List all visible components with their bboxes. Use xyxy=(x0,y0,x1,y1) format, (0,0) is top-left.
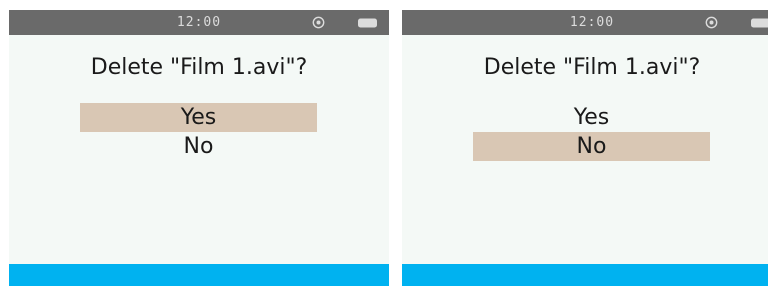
option-no[interactable]: No xyxy=(473,132,710,161)
device-screen-left: 12:00 Delete "Film 1.avi"? Yes No xyxy=(9,10,389,286)
option-no[interactable]: No xyxy=(80,132,317,161)
option-yes[interactable]: Yes xyxy=(473,103,710,132)
dialog-prompt: Delete "Film 1.avi"? xyxy=(483,55,701,80)
bottom-bar xyxy=(402,264,768,286)
device-screen-right: 12:00 Delete "Film 1.avi"? Yes No xyxy=(402,10,768,286)
battery-icon xyxy=(358,18,377,28)
clock: 12:00 xyxy=(176,15,222,30)
dialog-prompt: Delete "Film 1.avi"? xyxy=(90,55,308,80)
target-icon xyxy=(312,16,325,29)
bottom-bar xyxy=(9,264,389,286)
status-bar: 12:00 xyxy=(9,10,389,35)
option-yes[interactable]: Yes xyxy=(80,103,317,132)
target-icon xyxy=(705,16,718,29)
battery-icon xyxy=(751,18,768,28)
status-bar: 12:00 xyxy=(402,10,768,35)
